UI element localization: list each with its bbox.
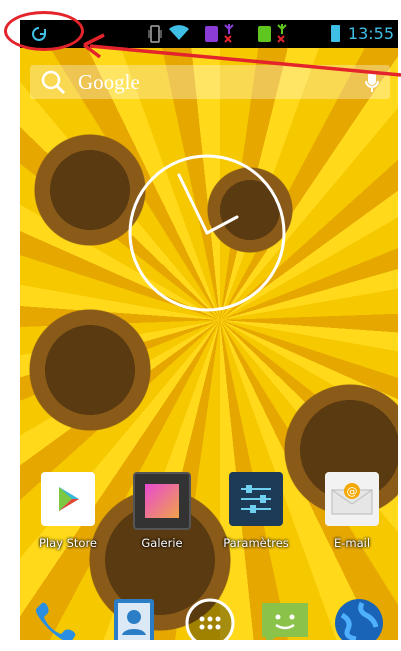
clock-hour-hand [205, 215, 239, 235]
messaging-icon[interactable] [258, 597, 312, 640]
browser-icon[interactable] [332, 597, 386, 640]
svg-text:@: @ [347, 485, 358, 498]
search-icon [40, 69, 66, 95]
app-label: Play Store [38, 536, 98, 550]
gallery-icon [133, 472, 191, 530]
app-gallery[interactable]: Galerie [124, 472, 200, 562]
analog-clock-widget[interactable] [127, 153, 287, 313]
app-label: E-mail [333, 536, 371, 550]
app-drawer-icon[interactable] [184, 597, 236, 640]
phone-icon[interactable] [32, 597, 80, 640]
settings-icon [229, 472, 283, 526]
app-play-store[interactable]: Play Store [30, 472, 106, 562]
app-email[interactable]: @ E-mail [314, 472, 390, 562]
app-label: Galerie [141, 536, 183, 550]
play-store-icon [41, 472, 95, 526]
email-icon: @ [325, 472, 379, 526]
home-screen: 13:55 Google Play Store Galerie Paramètr… [20, 20, 398, 640]
app-settings[interactable]: Paramètres [218, 472, 294, 562]
annotation-arrow [82, 33, 401, 77]
annotation-circle [4, 11, 84, 51]
app-label: Paramètres [223, 536, 289, 550]
clock-minute-hand [177, 173, 209, 235]
contacts-icon[interactable] [110, 597, 160, 640]
